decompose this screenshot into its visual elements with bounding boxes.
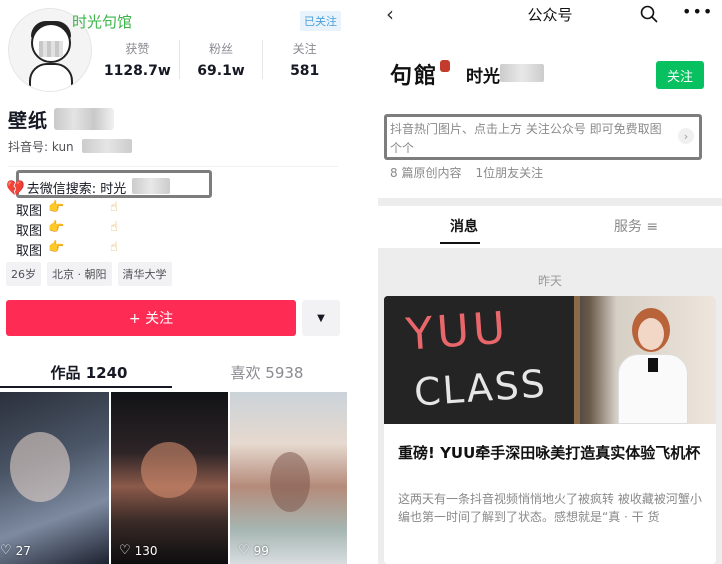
stat-value: 581 [290,63,320,79]
nav-title: 公众号 [527,6,573,24]
stat-fans[interactable]: 粉丝 69.1w [178,40,263,79]
heart-outline-icon: ♡ [238,543,250,558]
wechat-account-panel: ‹ 公众号 ••• 句館 时光 关注 抖音热门图片、点击上方 关注公众号 即可免… [378,0,722,564]
broken-heart-icon: 💔 [6,178,25,197]
bio-search-text: 去微信搜索: 时光 [26,182,127,197]
heart-outline-icon: ♡ [0,543,12,558]
tab-works[interactable]: 作品 1240 [0,358,178,388]
screenshot-root: 时光句馆 已关注 获赞 1128.7w 粉丝 69.1w 关注 581 壁纸 抖… [0,0,722,564]
logo-text: 句館 [390,63,439,89]
tag-age: 26岁 [6,262,41,286]
heart-outline-icon: ♡ [119,543,131,558]
follow-button[interactable]: + 关注 [6,300,296,336]
account-name: 时光句馆 [72,13,133,31]
bio-row: 取图 [16,204,43,219]
divider [8,166,338,167]
tab-services[interactable]: 服务 ≡ [550,206,722,246]
video-likes: ♡ 130 [119,543,158,558]
cover-person [610,304,690,424]
account-logo: 句館 [390,58,451,90]
section-separator [378,198,722,206]
bio-row: 取图 [16,224,43,239]
article-summary: 这两天有一条抖音视频悄悄地火了被疯转 被收藏被河蟹小编也第一时间了解到了状态。感… [398,492,702,524]
more-dots-icon[interactable]: ••• [682,2,713,21]
content-tabs: 作品 1240 喜欢 5938 [0,358,356,388]
video-thumbnail[interactable]: ♡ 130 [111,392,228,564]
follow-button[interactable]: 关注 [656,61,704,89]
active-tab-indicator [440,242,480,244]
douyin-profile-panel: 时光句馆 已关注 获赞 1128.7w 粉丝 69.1w 关注 581 壁纸 抖… [0,0,356,564]
cover-text: YUU [404,302,511,361]
friends-following[interactable]: 1位朋友关注 [475,164,543,181]
pointing-right-icon: 👉 [48,200,65,215]
followed-badge[interactable]: 已关注 [300,11,341,31]
video-likes: ♡ 99 [238,543,269,558]
video-grid: ♡ 27 ♡ 130 ♡ 99 [0,392,356,564]
original-count[interactable]: 8 篇原创内容 [390,164,461,181]
account-tabs: 消息 服务 ≡ [378,206,722,246]
video-thumbnail[interactable]: ♡ 99 [230,392,347,564]
account-meta: 8 篇原创内容 1位朋友关注 [390,164,543,181]
cover-text: CLASS [412,361,549,415]
video-thumbnail[interactable]: ♡ 27 [0,392,109,564]
pointing-right-icon: 👉 [48,240,65,255]
tab-messages[interactable]: 消息 [378,206,550,246]
stat-label: 关注 [292,42,317,56]
profile-tags: 26岁 北京 · 朝阳 清华大学 [6,262,172,286]
douyin-id[interactable]: 抖音号: kun [8,138,74,155]
like-count: 27 [15,543,31,558]
tag-location[interactable]: 北京 · 朝阳 [47,262,112,286]
thumbnail-figure [10,432,70,502]
video-likes: ♡ 27 [0,543,31,558]
pointing-up-icon: ☝ [110,240,118,255]
pointing-up-icon: ☝ [110,200,118,215]
person-tie [648,358,658,372]
stat-label: 获赞 [125,42,150,56]
tab-likes[interactable]: 喜欢 5938 [178,358,356,388]
stat-value: 69.1w [197,63,245,79]
avatar-mosaic [39,41,63,57]
like-count: 99 [253,543,269,558]
article-card[interactable]: YUU CLASS 重磅! YUU牵手深田咏美打造真实体验飞机杯 这两天有一条抖… [384,296,716,564]
profile-stats: 获赞 1128.7w 粉丝 69.1w 关注 581 [96,40,346,79]
search-icon[interactable] [640,5,658,23]
nav-bar: ‹ 公众号 ••• [378,0,722,30]
douyin-id-blur [82,139,132,153]
thumbnail-figure [270,452,310,512]
tag-school[interactable]: 清华大学 [117,262,172,286]
article-title: 重磅! YUU牵手深田咏美打造真实体验飞机杯 [398,444,701,462]
active-tab-indicator [0,386,172,388]
stat-following[interactable]: 关注 581 [262,40,346,79]
pointing-right-icon: 👉 [48,220,65,235]
bio-search-line: 💔 去微信搜索: 时光 [6,178,127,198]
more-options-button[interactable]: ▼ [302,300,340,336]
thumbnail-figure [141,442,197,498]
like-count: 130 [134,543,158,558]
nickname-blur [54,108,114,130]
seal-icon [440,60,451,72]
account-name: 时光 [466,67,500,87]
article-cover: YUU CLASS [384,296,716,424]
date-label: 昨天 [537,274,562,288]
stat-value: 1128.7w [103,63,171,79]
stat-likes[interactable]: 获赞 1128.7w [96,40,179,79]
person-face [638,318,664,350]
nickname: 壁纸 [8,110,49,132]
bio-row: 取图 [16,244,43,259]
account-description[interactable]: 抖音热门图片、点击上方 关注公众号 即可免费取图个个 [390,120,670,158]
stat-label: 粉丝 [209,42,234,56]
chevron-right-icon[interactable]: › [678,128,694,144]
account-name-blur [500,64,544,82]
bio-blur [132,178,170,194]
avatar-body [29,63,73,91]
pointing-up-icon: ☝ [110,220,118,235]
triangle-down-icon: ▼ [317,312,325,324]
